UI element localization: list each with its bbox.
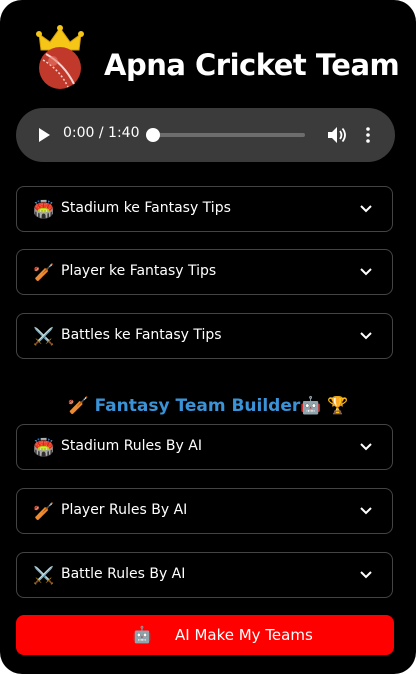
accordion-player-rules[interactable]: 🏏 Player Rules By AI [16,488,393,534]
accordion-player-tips[interactable]: 🏏 Player ke Fantasy Tips [16,249,393,295]
robot-icon: 🤖 [132,625,152,644]
cta-label: AI Make My Teams [175,626,313,644]
crossed-swords-icon: ⚔️ [33,327,55,347]
chevron-down-icon[interactable] [360,442,372,452]
audio-player[interactable]: 0:00 / 1:40 [16,108,395,162]
stadium-icon: 🏟️ [33,200,55,220]
ai-make-my-teams-button[interactable]: 🤖 AI Make My Teams [16,615,394,655]
cricket-bat-icon: 🏏 [33,263,55,283]
app-title: Apna Cricket Team [104,48,400,82]
stadium-icon: 🏟️ [33,438,55,458]
section-title-team-builder: 🏏 Fantasy Team Builder🤖 🏆 [67,396,349,416]
accordion-stadium-tips[interactable]: 🏟️ Stadium ke Fantasy Tips [16,186,393,232]
accordion-battle-tips[interactable]: ⚔️ Battles ke Fantasy Tips [16,313,393,359]
more-options-icon[interactable] [362,126,374,144]
accordion-label: Battle Rules By AI [61,566,186,582]
app-screen: Apna Cricket Team 0:00 / 1:40 🏟️ Stadium… [0,0,416,674]
chevron-down-icon[interactable] [360,506,372,516]
audio-seek-bar[interactable] [152,133,305,137]
accordion-battle-rules[interactable]: ⚔️ Battle Rules By AI [16,552,393,598]
play-icon[interactable] [36,127,52,143]
app-header: Apna Cricket Team [0,20,416,100]
accordion-stadium-rules[interactable]: 🏟️ Stadium Rules By AI [16,424,393,470]
volume-icon[interactable] [327,126,347,144]
chevron-down-icon[interactable] [360,204,372,214]
accordion-label: Player Rules By AI [61,502,188,518]
chevron-down-icon[interactable] [360,331,372,341]
cricket-ball-crown-logo [36,25,84,89]
audio-seek-thumb[interactable] [146,128,160,142]
chevron-down-icon[interactable] [360,267,372,277]
cricket-bat-icon: 🏏 [33,502,55,522]
accordion-label: Stadium Rules By AI [61,438,202,454]
chevron-down-icon[interactable] [360,570,372,580]
audio-time: 0:00 / 1:40 [63,125,140,141]
accordion-label: Player ke Fantasy Tips [61,263,217,279]
accordion-label: Battles ke Fantasy Tips [61,327,222,343]
crossed-swords-icon: ⚔️ [33,566,55,586]
accordion-label: Stadium ke Fantasy Tips [61,200,231,216]
